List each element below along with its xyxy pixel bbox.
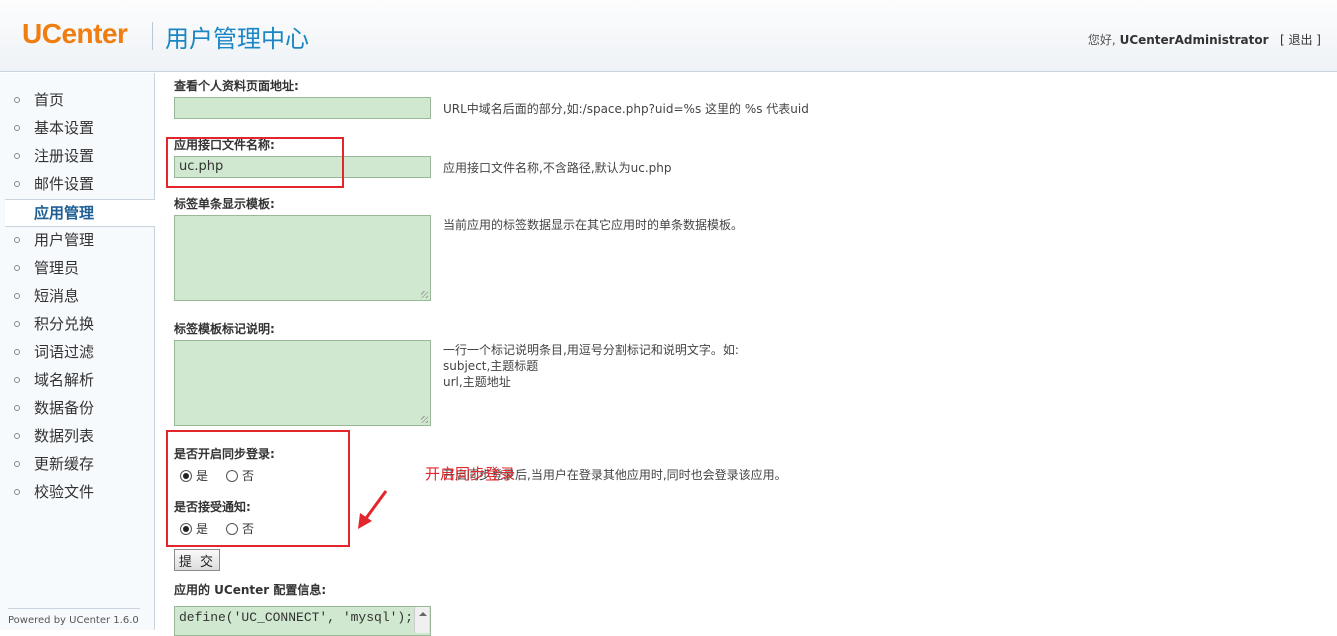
sidebar-item-label: 短消息 [34, 287, 80, 305]
powered-by: Powered by UCenter 1.6.0 [8, 608, 140, 626]
profile-url-hint: URL中域名后面的部分,如:/space.php?uid=%s 这里的 %s 代… [443, 102, 809, 116]
sidebar-item[interactable]: 邮件设置 [0, 171, 154, 199]
annotation-arrow-icon [358, 490, 388, 529]
sidebar-item-label: 用户管理 [34, 231, 95, 249]
bullet-icon [14, 97, 20, 103]
bullet-icon [14, 181, 20, 187]
bullet-icon [14, 237, 20, 243]
config-textarea[interactable]: define('UC_CONNECT', 'mysql'); [174, 606, 431, 636]
tag-fields-hint: 一行一个标记说明条目,用逗号分割标记和说明文字。如: subject,主题标题 … [443, 342, 739, 390]
header-divider [152, 22, 153, 50]
page-title: 用户管理中心 [165, 25, 309, 53]
sidebar-item[interactable]: 首页 [0, 87, 154, 115]
sidebar-item-label: 邮件设置 [34, 175, 95, 193]
bullet-icon [14, 349, 20, 355]
sidebar-item-label: 数据列表 [34, 427, 95, 445]
sidebar-item[interactable]: 基本设置 [0, 115, 154, 143]
annotation-box-sync [166, 430, 350, 547]
sidebar-nav: 首页基本设置注册设置邮件设置应用管理用户管理管理员短消息积分兑换词语过滤域名解析… [0, 87, 155, 507]
sidebar-item[interactable]: 短消息 [0, 283, 154, 311]
sidebar-item[interactable]: 更新缓存 [0, 451, 154, 479]
sidebar-item-label: 更新缓存 [34, 455, 95, 473]
sidebar-item-label: 首页 [34, 91, 65, 109]
sidebar-item[interactable]: 用户管理 [0, 227, 154, 255]
bullet-icon [14, 405, 20, 411]
tag-fields-hint-line2: subject,主题标题 [443, 359, 539, 373]
annotation-text: 开启同步登录 [425, 465, 516, 483]
bullet-icon [14, 293, 20, 299]
config-scrollbar[interactable] [414, 607, 429, 633]
tag-fields-hint-line3: url,主题地址 [443, 375, 511, 389]
profile-url-input[interactable] [174, 97, 431, 119]
tag-fields-label: 标签模板标记说明: [174, 322, 275, 336]
submit-button[interactable]: 提 交 [174, 549, 220, 571]
greeting-text: 您好, [1087, 33, 1116, 47]
bullet-icon [14, 321, 20, 327]
sidebar-item[interactable]: 注册设置 [0, 143, 154, 171]
bullet-icon [14, 433, 20, 439]
sidebar-item-label: 注册设置 [34, 147, 95, 165]
header: UCenter 用户管理中心 您好, UCenterAdministrator … [0, 0, 1337, 72]
annotation-box-api-file [166, 137, 344, 188]
sidebar-item[interactable]: 数据备份 [0, 395, 154, 423]
resize-handle-icon[interactable] [421, 416, 428, 423]
tag-fields-textarea[interactable] [174, 340, 431, 426]
resize-handle-icon[interactable] [421, 291, 428, 298]
config-line: define('UC_CONNECT', 'mysql'); [179, 610, 414, 625]
config-label: 应用的 UCenter 配置信息: [174, 583, 327, 597]
bullet-icon [14, 265, 20, 271]
tag-template-hint: 当前应用的标签数据显示在其它应用时的单条数据模板。 [443, 218, 744, 232]
tag-fields-hint-line1: 一行一个标记说明条目,用逗号分割标记和说明文字。如: [443, 343, 739, 357]
sidebar-item-label: 基本设置 [34, 119, 95, 137]
sidebar: 首页基本设置注册设置邮件设置应用管理用户管理管理员短消息积分兑换词语过滤域名解析… [0, 73, 155, 630]
logout-link[interactable]: [ 退出 ] [1280, 33, 1321, 47]
sidebar-item[interactable]: 应用管理 [5, 199, 155, 227]
sidebar-item[interactable]: 域名解析 [0, 367, 154, 395]
sidebar-item-label: 积分兑换 [34, 315, 95, 333]
tag-template-textarea[interactable] [174, 215, 431, 301]
sidebar-item-label: 域名解析 [34, 371, 95, 389]
profile-url-label: 查看个人资料页面地址: [174, 79, 299, 93]
sidebar-item-label: 数据备份 [34, 399, 95, 417]
bullet-icon [14, 125, 20, 131]
sidebar-item-label: 管理员 [34, 259, 80, 277]
sidebar-item[interactable]: 管理员 [0, 255, 154, 283]
bullet-icon [14, 461, 20, 467]
username: UCenterAdministrator [1119, 33, 1269, 47]
ucenter-logo[interactable]: UCenter [22, 18, 128, 50]
sidebar-item-label: 词语过滤 [34, 343, 95, 361]
bullet-icon [14, 153, 20, 159]
tag-template-label: 标签单条显示模板: [174, 197, 275, 211]
sidebar-item[interactable]: 积分兑换 [0, 311, 154, 339]
sidebar-item-label: 应用管理 [34, 204, 95, 222]
sidebar-item[interactable]: 词语过滤 [0, 339, 154, 367]
sidebar-item-label: 校验文件 [34, 483, 95, 501]
bullet-icon [14, 377, 20, 383]
user-info: 您好, UCenterAdministrator [ 退出 ] [1088, 31, 1321, 48]
bullet-icon [14, 489, 20, 495]
sidebar-item[interactable]: 数据列表 [0, 423, 154, 451]
sidebar-item[interactable]: 校验文件 [0, 479, 154, 507]
app-settings-form: 查看个人资料页面地址: URL中域名后面的部分,如:/space.php?uid… [166, 73, 1324, 636]
api-file-hint: 应用接口文件名称,不含路径,默认为uc.php [443, 161, 672, 175]
